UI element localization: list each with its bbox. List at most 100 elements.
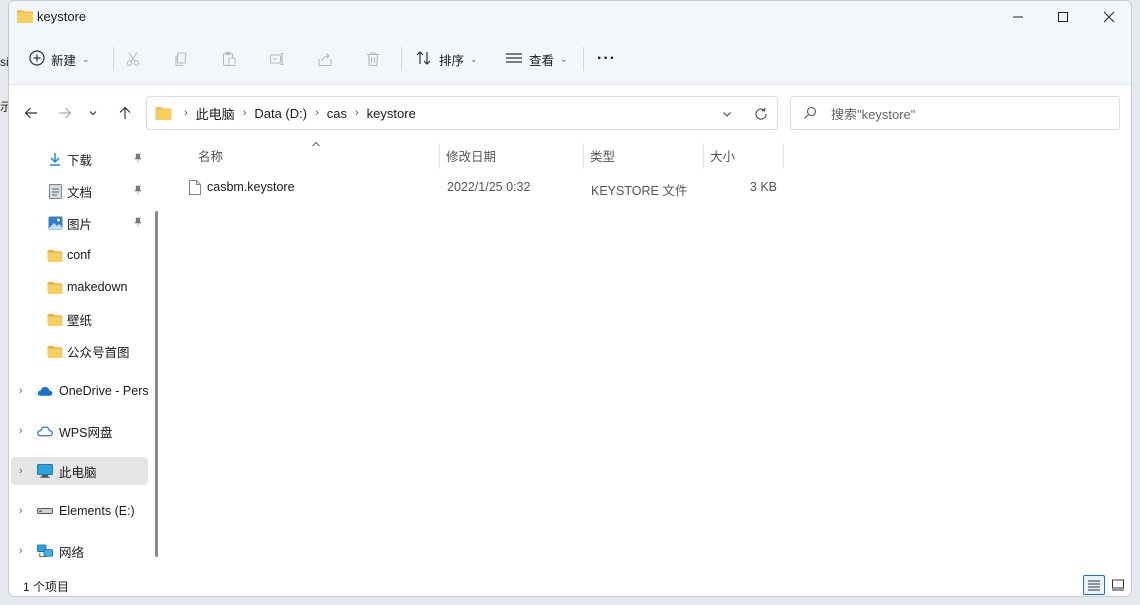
window-title: keystore xyxy=(37,9,87,24)
view-list-icon xyxy=(505,50,523,69)
cut-icon[interactable] xyxy=(121,47,145,71)
sort-icon xyxy=(415,50,433,69)
column-header-name[interactable]: 名称 xyxy=(198,141,223,169)
computer-icon xyxy=(37,463,53,479)
copy-icon[interactable] xyxy=(169,47,193,71)
title-bar: keystore xyxy=(9,1,1131,33)
separator xyxy=(401,47,402,71)
status-bar: 1 个项目 xyxy=(9,573,1131,596)
sort-button[interactable]: 排序 ⌄ xyxy=(415,45,478,73)
pin-icon xyxy=(133,152,143,166)
file-type: KEYSTORE 文件 xyxy=(591,184,688,198)
chevron-right-icon: › xyxy=(315,107,319,119)
command-bar: 新建 ⌄ 排序 ⌄ 查看 ⌄ ··· xyxy=(9,33,1131,85)
document-icon xyxy=(47,183,63,199)
navigation-pane: 下载 文档 图片 conf makedown 壁纸 公众号首图 › OneDri… xyxy=(9,141,161,573)
breadcrumb-cas[interactable]: cas xyxy=(327,106,347,121)
close-button[interactable] xyxy=(1086,1,1131,33)
column-divider[interactable] xyxy=(439,143,440,169)
up-button[interactable] xyxy=(113,101,137,125)
sidebar-item-conf[interactable]: conf xyxy=(9,241,149,269)
sort-ascending-icon xyxy=(311,137,321,151)
plus-circle-icon xyxy=(29,49,45,69)
rename-icon[interactable] xyxy=(265,47,289,71)
sidebar-item-wallpaper[interactable]: 壁纸 xyxy=(9,305,149,333)
chevron-right-icon: › xyxy=(355,107,359,119)
delete-icon[interactable] xyxy=(361,47,385,71)
share-icon[interactable] xyxy=(313,47,337,71)
sidebar-item-network[interactable]: › 网络 xyxy=(9,537,149,565)
sidebar-item-wps-drive[interactable]: › WPS网盘 xyxy=(9,417,149,445)
chevron-down-icon: ⌄ xyxy=(560,53,568,64)
item-count: 1 个项目 xyxy=(23,580,70,594)
sidebar-item-pictures[interactable]: 图片 xyxy=(9,209,149,237)
file-size: 3 KB xyxy=(749,180,777,194)
tiles-view-button[interactable] xyxy=(1107,575,1129,595)
column-divider[interactable] xyxy=(583,143,584,169)
file-icon xyxy=(189,180,201,198)
breadcrumb-drive[interactable]: Data (D:) xyxy=(254,106,307,121)
navigation-scrollbar[interactable] xyxy=(155,211,158,557)
paste-icon[interactable] xyxy=(217,47,241,71)
chevron-right-icon[interactable]: › xyxy=(19,385,23,397)
file-name: casbm.keystore xyxy=(207,180,295,194)
address-bar[interactable]: › 此电脑 › Data (D:) › cas › keystore xyxy=(146,96,778,130)
file-explorer-window: keystore 新建 ⌄ 排序 ⌄ 查看 ⌄ ··· › 此电脑 › Data… xyxy=(8,0,1132,597)
column-divider[interactable] xyxy=(703,143,704,169)
network-icon xyxy=(37,543,53,559)
view-button[interactable]: 查看 ⌄ xyxy=(505,45,568,73)
sidebar-item-downloads[interactable]: 下载 xyxy=(9,145,149,173)
recent-locations-button[interactable] xyxy=(83,101,103,125)
back-button[interactable] xyxy=(19,101,43,125)
file-date: 2022/1/25 0:32 xyxy=(447,180,531,194)
sidebar-item-this-pc[interactable]: › 此电脑 xyxy=(11,457,148,485)
sidebar-item-documents[interactable]: 文档 xyxy=(9,177,149,205)
more-options-button[interactable]: ··· xyxy=(597,45,616,73)
separator xyxy=(583,47,584,71)
sidebar-item-makedown[interactable]: makedown xyxy=(9,273,149,301)
sort-label: 排序 xyxy=(439,53,465,68)
maximize-button[interactable] xyxy=(1040,1,1086,33)
folder-icon xyxy=(47,279,63,295)
chevron-right-icon: › xyxy=(184,107,188,119)
drive-icon xyxy=(37,503,53,519)
sidebar-item-cover-images[interactable]: 公众号首图 xyxy=(9,337,149,365)
pin-icon xyxy=(133,184,143,198)
breadcrumb-this-pc[interactable]: 此电脑 xyxy=(196,104,235,123)
search-input[interactable]: 搜索"keystore" xyxy=(790,96,1120,130)
column-divider[interactable] xyxy=(783,143,784,169)
address-row: › 此电脑 › Data (D:) › cas › keystore 搜索"ke… xyxy=(9,85,1131,141)
download-icon xyxy=(47,151,63,167)
separator xyxy=(113,47,114,71)
chevron-right-icon[interactable]: › xyxy=(19,545,23,557)
details-view-button[interactable] xyxy=(1083,575,1105,595)
chevron-right-icon[interactable]: › xyxy=(19,425,23,437)
forward-button[interactable] xyxy=(53,101,77,125)
wps-cloud-icon xyxy=(37,423,53,439)
new-label: 新建 xyxy=(51,53,77,68)
chevron-right-icon[interactable]: › xyxy=(19,505,23,517)
onedrive-cloud-icon xyxy=(37,383,53,399)
chevron-down-icon: ⌄ xyxy=(470,53,478,64)
minimize-button[interactable] xyxy=(995,1,1041,33)
breadcrumb-keystore[interactable]: keystore xyxy=(367,106,416,121)
sidebar-item-onedrive[interactable]: › OneDrive - Pers xyxy=(9,377,149,405)
pin-icon xyxy=(133,216,143,230)
column-header-type[interactable]: 类型 xyxy=(590,141,615,169)
file-row[interactable]: casbm.keystore 2022/1/25 0:32 KEYSTORE 文… xyxy=(179,175,789,201)
folder-icon xyxy=(47,247,63,263)
folder-icon xyxy=(47,311,63,327)
new-button[interactable]: 新建 ⌄ xyxy=(29,45,90,73)
sidebar-item-elements-drive[interactable]: › Elements (E:) xyxy=(9,497,149,525)
address-history-button[interactable] xyxy=(717,105,737,123)
chevron-right-icon: › xyxy=(242,107,247,119)
folder-icon xyxy=(47,343,63,359)
column-header-size[interactable]: 大小 xyxy=(710,141,735,169)
search-placeholder: 搜索"keystore" xyxy=(831,106,916,122)
refresh-icon[interactable] xyxy=(751,105,771,123)
column-header-date[interactable]: 修改日期 xyxy=(446,141,496,169)
chevron-right-icon[interactable]: › xyxy=(19,465,23,477)
chevron-down-icon: ⌄ xyxy=(82,53,90,64)
search-icon xyxy=(803,106,817,120)
view-label: 查看 xyxy=(529,53,555,68)
